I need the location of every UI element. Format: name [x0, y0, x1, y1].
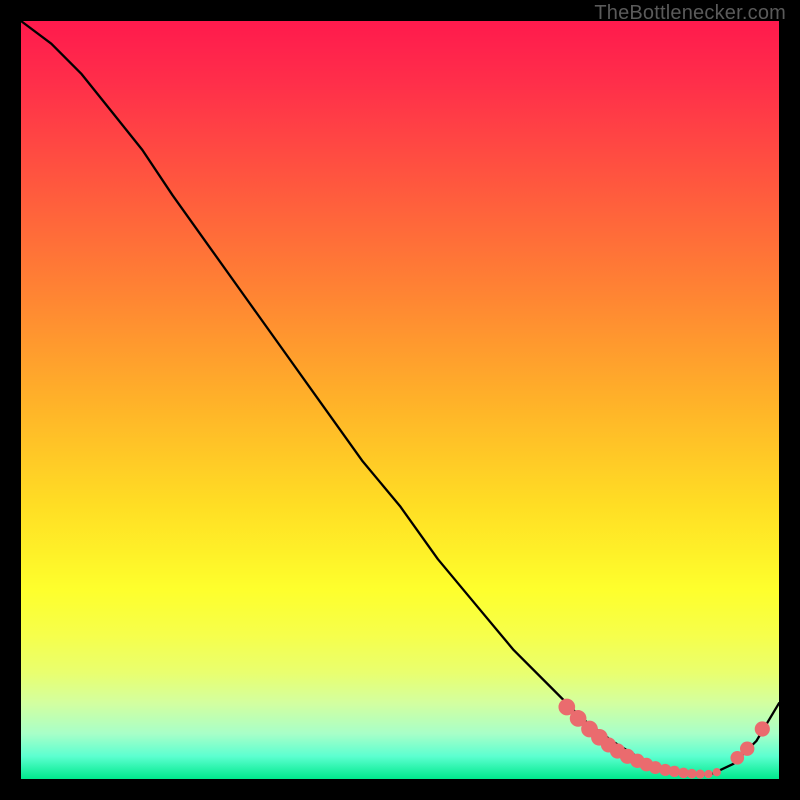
bottleneck-curve: [21, 21, 779, 775]
curve-marker: [713, 768, 721, 776]
curve-markers: [558, 699, 769, 779]
curve-marker: [740, 742, 754, 756]
curve-marker: [687, 769, 697, 779]
curve-marker: [755, 721, 770, 736]
watermark-text: TheBottlenecker.com: [594, 2, 786, 25]
chart-frame: TheBottlenecker.com: [0, 0, 800, 800]
curve-marker: [696, 770, 705, 779]
curve-marker: [669, 766, 680, 777]
curve-marker: [704, 770, 712, 778]
chart-overlay: [21, 21, 779, 779]
